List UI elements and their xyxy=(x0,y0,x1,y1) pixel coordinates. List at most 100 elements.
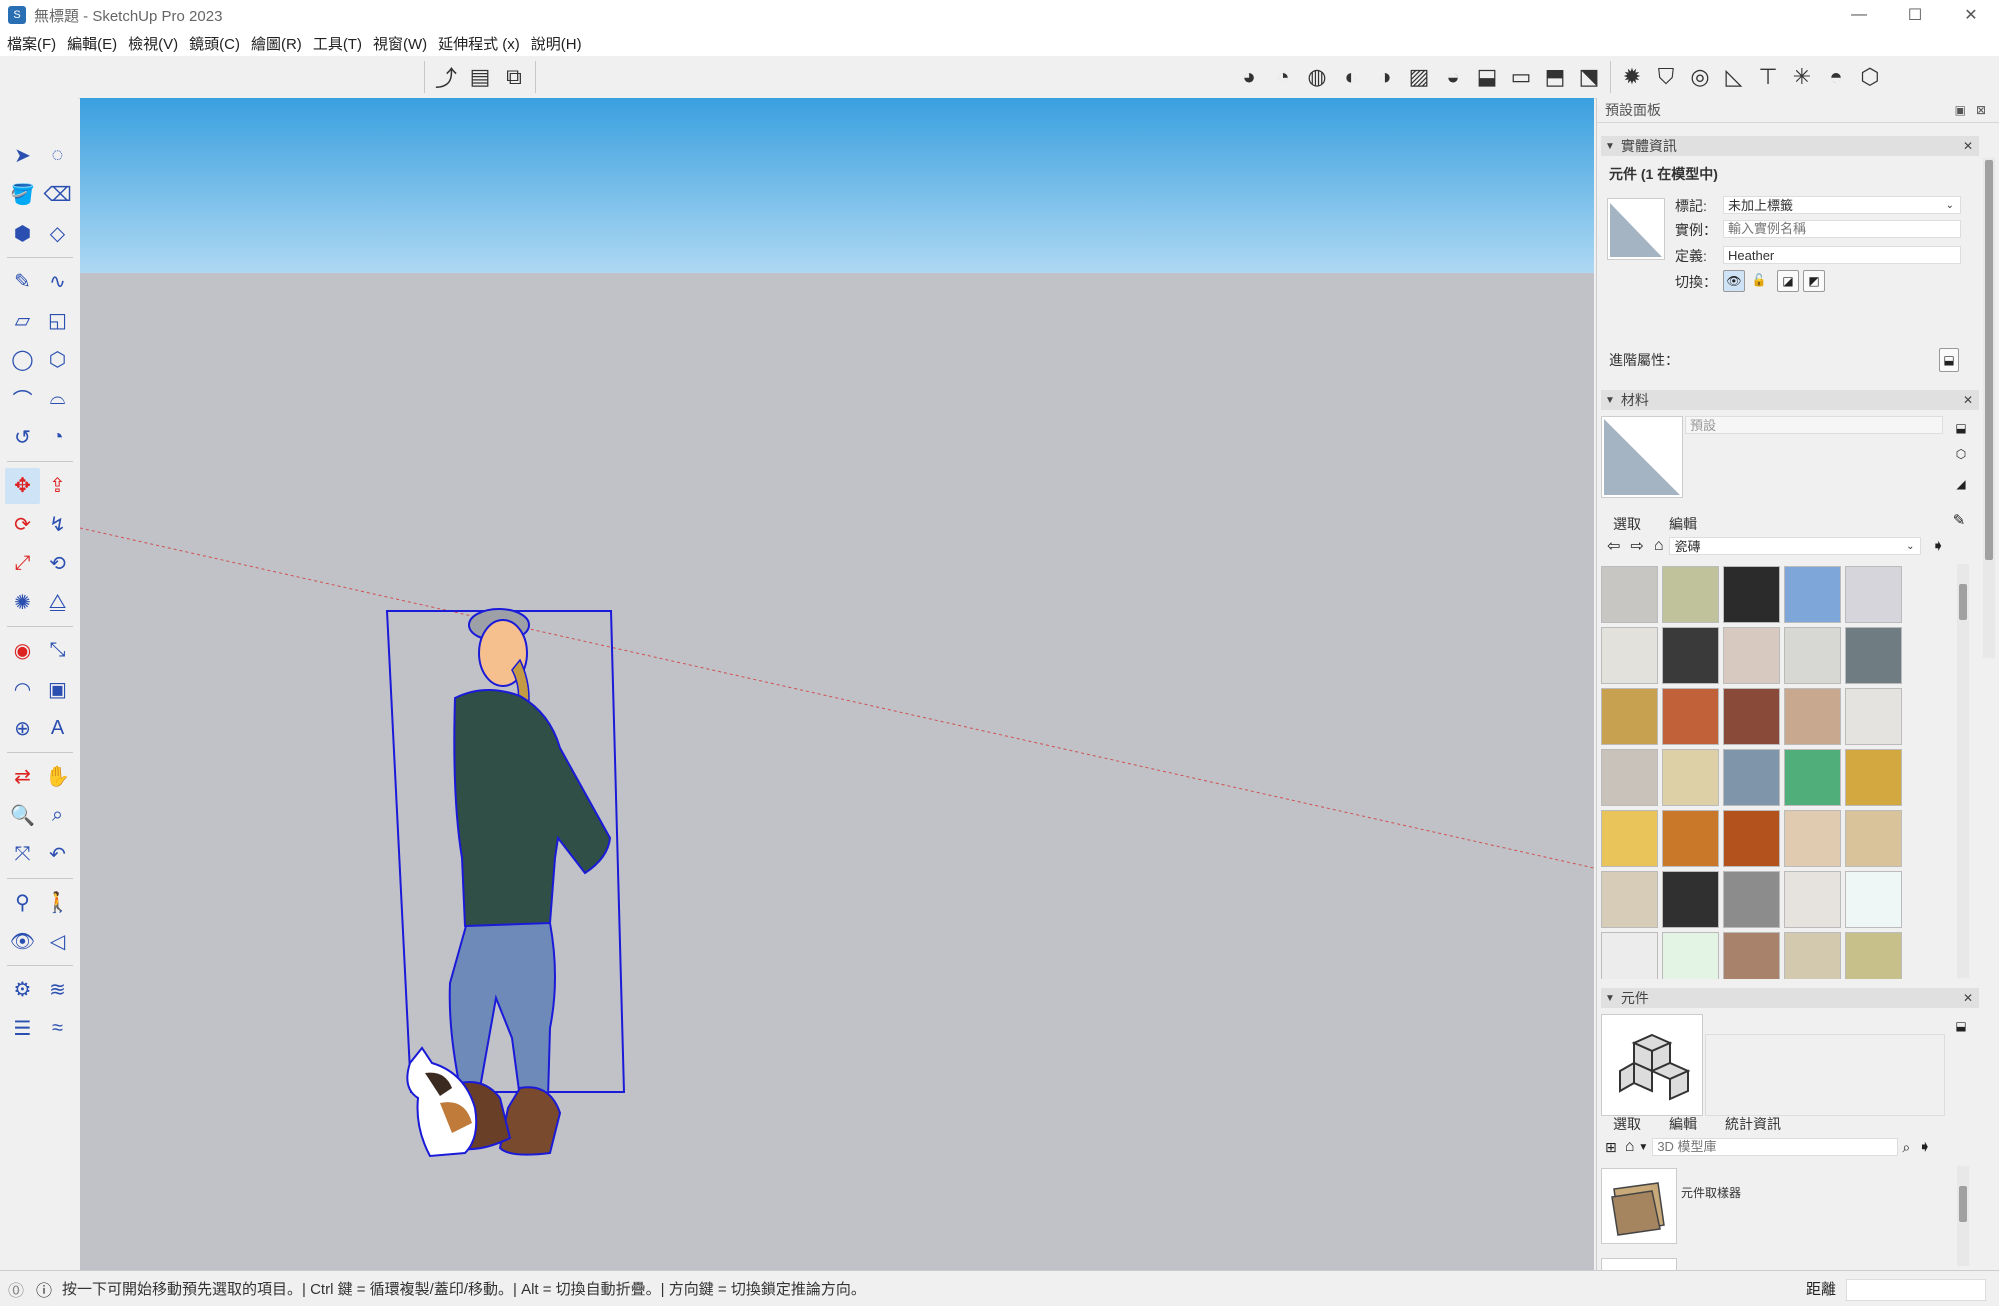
shaded-textures-icon[interactable]: ▨ xyxy=(1402,60,1436,94)
tray-scrollbar[interactable] xyxy=(1983,158,1995,658)
components-scroll-thumb[interactable] xyxy=(1959,1186,1967,1222)
material-swatch[interactable] xyxy=(1845,688,1902,745)
outliner-icon[interactable]: ⚙ xyxy=(5,972,40,1008)
sandbox-smoove-icon[interactable]: ≋ xyxy=(40,972,75,1008)
materials-tab-edit[interactable]: 編輯 xyxy=(1669,514,1697,534)
position-camera-icon[interactable]: ⚲ xyxy=(5,885,40,921)
material-swatch[interactable] xyxy=(1601,749,1658,806)
look-around-icon[interactable]: 👁 xyxy=(5,924,40,960)
components-tab-statistics[interactable]: 統計資訊 xyxy=(1725,1114,1781,1134)
material-swatch[interactable] xyxy=(1784,810,1841,867)
material-swatch[interactable] xyxy=(1723,810,1780,867)
material-swatch[interactable] xyxy=(1845,627,1902,684)
two-point-arc-icon[interactable]: ⌓ xyxy=(40,381,75,417)
sandbox-stamp-icon[interactable]: ⊤ xyxy=(1751,60,1785,94)
follow-me-icon[interactable]: ↯ xyxy=(40,507,75,543)
search-icon[interactable]: ⌕ xyxy=(1902,1139,1910,1156)
explode-tool-icon[interactable]: ✺ xyxy=(5,585,40,621)
default-material-icon[interactable]: ◢ xyxy=(1951,474,1971,494)
section-close-icon[interactable]: ✕ xyxy=(1963,139,1973,153)
wireframe-icon[interactable]: ◍ xyxy=(1300,60,1334,94)
tray-close-icon[interactable]: ⊠ xyxy=(1976,103,1986,117)
shaded-icon[interactable]: ◑ xyxy=(1368,60,1402,94)
menu-tools[interactable]: 工具(T) xyxy=(313,33,362,54)
library-details-icon[interactable]: ➧ xyxy=(1931,536,1944,556)
material-swatch[interactable] xyxy=(1601,688,1658,745)
hidden-line-icon[interactable]: ◐ xyxy=(1334,60,1368,94)
iso-view-icon[interactable]: ⬓ xyxy=(1470,60,1504,94)
offset-tool-icon[interactable]: ⟲ xyxy=(40,546,75,582)
material-swatch[interactable] xyxy=(1723,688,1780,745)
material-swatch[interactable] xyxy=(1662,932,1719,979)
materials-scrollbar[interactable] xyxy=(1957,564,1969,978)
definition-field[interactable]: Heather xyxy=(1723,246,1961,264)
tag-tool-icon[interactable]: ⬢ xyxy=(5,216,40,252)
pan-tool-icon[interactable]: ✋ xyxy=(40,759,75,795)
monochrome-icon[interactable]: ◒ xyxy=(1436,60,1470,94)
material-swatch[interactable] xyxy=(1723,627,1780,684)
freehand-tool-icon[interactable]: ∿ xyxy=(40,264,75,300)
material-swatch[interactable] xyxy=(1601,871,1658,928)
material-swatch[interactable] xyxy=(1723,749,1780,806)
material-swatch[interactable] xyxy=(1662,566,1719,623)
lasso-tool-icon[interactable]: ◌ xyxy=(40,138,75,174)
component-item-label[interactable]: 元件取樣器 xyxy=(1681,1184,1741,1201)
zoom-extents-icon[interactable]: ⤧ xyxy=(5,837,40,873)
previous-view-icon[interactable]: ↶ xyxy=(40,837,75,873)
scene-icon[interactable]: ⧉ xyxy=(497,60,531,94)
maximize-button[interactable]: ☐ xyxy=(1887,0,1943,30)
polygon-tool-icon[interactable]: ⬡ xyxy=(40,342,75,378)
material-swatch[interactable] xyxy=(1601,627,1658,684)
create-material-icon[interactable]: ⬓ xyxy=(1951,418,1971,438)
material-swatch[interactable] xyxy=(1662,749,1719,806)
sample-paint-icon[interactable]: ✎ xyxy=(1949,510,1969,530)
material-library-dropdown[interactable]: 瓷磚 ⌄ xyxy=(1669,537,1922,555)
menu-view[interactable]: 檢視(V) xyxy=(128,33,178,54)
home-icon[interactable]: ⌂ xyxy=(1625,1138,1635,1156)
move-tool-icon[interactable]: ✥ xyxy=(5,467,40,504)
top-view-icon[interactable]: ▭ xyxy=(1504,60,1538,94)
menu-extensions[interactable]: 延伸程式 (x) xyxy=(438,33,520,54)
model-info-icon[interactable]: ▤ xyxy=(463,60,497,94)
extension-warehouse-icon[interactable]: ⛉ xyxy=(1649,60,1683,94)
material-swatch[interactable] xyxy=(1845,749,1902,806)
material-swatch[interactable] xyxy=(1784,932,1841,979)
axes-tool-icon[interactable]: ⊕ xyxy=(5,711,40,747)
materials-tab-select[interactable]: 選取 xyxy=(1613,514,1641,534)
receive-shadows-icon[interactable]: ◪ xyxy=(1777,270,1799,292)
text-tool-icon[interactable]: ▣ xyxy=(40,672,75,708)
menu-camera[interactable]: 鏡頭(C) xyxy=(189,33,240,54)
instance-name-input[interactable] xyxy=(1723,220,1961,238)
eraser-icon[interactable]: ⌫ xyxy=(40,177,75,213)
components-header[interactable]: ▼ 元件 ✕ xyxy=(1601,988,1979,1008)
select-tool-icon[interactable]: ➤ xyxy=(5,138,40,174)
material-swatch[interactable] xyxy=(1662,810,1719,867)
sun-shadow-icon[interactable]: ✳ xyxy=(1785,60,1819,94)
menu-window[interactable]: 視窗(W) xyxy=(373,33,427,54)
geo-location-icon[interactable]: ⓪ xyxy=(8,1277,24,1301)
material-swatch[interactable] xyxy=(1601,810,1658,867)
material-swatch[interactable] xyxy=(1601,932,1658,979)
material-swatch[interactable] xyxy=(1784,749,1841,806)
zoom-tool-icon[interactable]: 🔍 xyxy=(5,798,40,834)
tag-eraser-icon[interactable]: ◇ xyxy=(40,216,75,252)
components-search-input[interactable] xyxy=(1652,1138,1899,1156)
components-box-icon[interactable]: ⬡ xyxy=(1853,60,1887,94)
material-swatch[interactable] xyxy=(1784,871,1841,928)
material-swatch[interactable] xyxy=(1845,810,1902,867)
chevron-down-icon[interactable]: ▼ xyxy=(1638,1142,1648,1153)
tape-measure-icon[interactable]: ◉ xyxy=(5,633,40,669)
3d-text-icon[interactable]: A xyxy=(40,711,75,747)
entity-info-header[interactable]: ▼ 實體資訊 ✕ xyxy=(1601,136,1979,156)
close-button[interactable]: ✕ xyxy=(1943,0,1999,30)
components-scrollbar[interactable] xyxy=(1957,1166,1969,1266)
material-swatch[interactable] xyxy=(1662,871,1719,928)
rotated-rectangle-icon[interactable]: ◱ xyxy=(40,303,75,339)
components-tab-select[interactable]: 選取 xyxy=(1613,1114,1641,1134)
visibility-eye-icon[interactable]: 👁 xyxy=(1723,270,1745,292)
paint-bucket-icon[interactable]: 🪣 xyxy=(5,177,40,213)
material-swatch[interactable] xyxy=(1723,871,1780,928)
material-swatch[interactable] xyxy=(1662,688,1719,745)
front-view-icon[interactable]: ⬒ xyxy=(1538,60,1572,94)
material-name-field[interactable]: 預設 xyxy=(1685,416,1943,434)
